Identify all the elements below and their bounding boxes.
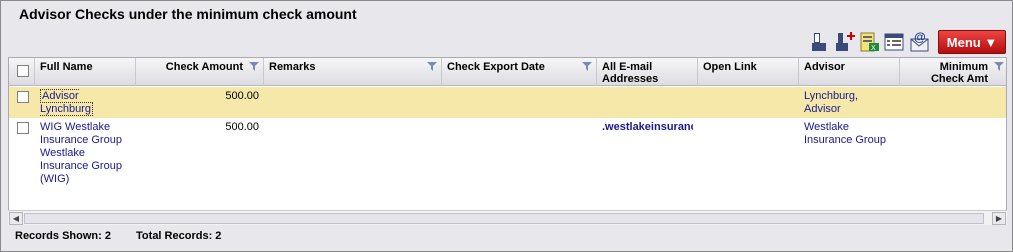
column-header-advisor[interactable]: Advisor <box>799 58 900 86</box>
total-records: Total Records: 2 <box>136 230 222 242</box>
menu-button[interactable]: Menu ▼ <box>938 30 1006 54</box>
table-row[interactable]: Advisor Lynchburg 500.00 Lynchburg, Advi… <box>9 87 1006 119</box>
pin-add-icon[interactable] <box>833 31 855 53</box>
pin-report-icon[interactable] <box>808 31 830 53</box>
scroll-right-icon[interactable]: ▶ <box>992 212 1006 225</box>
grid-header: Full Name Check Amount Remarks Check Exp… <box>9 58 1006 86</box>
select-all-checkbox[interactable] <box>17 65 29 77</box>
column-header-emails[interactable]: All E-mail Addresses <box>597 58 698 86</box>
full-name-cell[interactable]: Advisor Lynchburg <box>35 87 136 119</box>
column-header-full-name[interactable]: Full Name <box>35 58 136 86</box>
column-header-check-export-date[interactable]: Check Export Date <box>442 58 597 86</box>
report-panel: Advisor Checks under the minimum check a… <box>0 0 1013 252</box>
full-name-cell[interactable]: WIG Westlake Insurance Group Westlake In… <box>35 118 136 189</box>
check-amount-cell: 500.00 <box>225 90 259 102</box>
data-grid: Full Name Check Amount Remarks Check Exp… <box>8 57 1007 225</box>
check-amount-cell: 500.00 <box>225 121 259 133</box>
svg-text:X: X <box>871 45 876 52</box>
column-header-check-amount[interactable]: Check Amount <box>136 58 264 86</box>
scrollbar-thumb[interactable] <box>24 213 984 224</box>
scroll-left-icon[interactable]: ◀ <box>9 212 23 225</box>
toolbar: X @ Menu ▼ <box>805 29 1006 55</box>
column-header-remarks[interactable]: Remarks <box>264 58 442 86</box>
horizontal-scrollbar[interactable]: ◀ ▶ <box>8 210 1007 225</box>
filter-icon[interactable] <box>249 62 259 71</box>
row-checkbox[interactable] <box>17 91 29 103</box>
email-icon[interactable]: @ <box>908 30 930 53</box>
status-bar: Records Shown: 2 Total Records: 2 <box>15 230 243 242</box>
export-excel-icon[interactable]: X <box>858 31 880 53</box>
row-checkbox[interactable] <box>17 122 29 134</box>
email-cell[interactable]: .westlakeinsurance <box>597 118 698 137</box>
table-row[interactable]: WIG Westlake Insurance Group Westlake In… <box>9 118 1006 189</box>
filter-icon[interactable] <box>427 62 437 71</box>
advisor-cell[interactable]: Westlake Insurance Group <box>799 118 900 150</box>
column-chooser-icon[interactable] <box>883 31 905 53</box>
advisor-cell[interactable]: Lynchburg, Advisor <box>799 87 900 119</box>
column-header-minimum-check-amt[interactable]: Minimum Check Amt <box>900 58 1006 86</box>
page-title: Advisor Checks under the minimum check a… <box>19 6 357 22</box>
filter-icon[interactable] <box>582 62 592 71</box>
filter-icon[interactable] <box>994 62 1004 71</box>
records-shown: Records Shown: 2 <box>15 230 111 242</box>
column-header-open-link[interactable]: Open Link <box>698 58 799 86</box>
svg-text:@: @ <box>914 31 926 44</box>
select-all-cell <box>9 58 35 86</box>
